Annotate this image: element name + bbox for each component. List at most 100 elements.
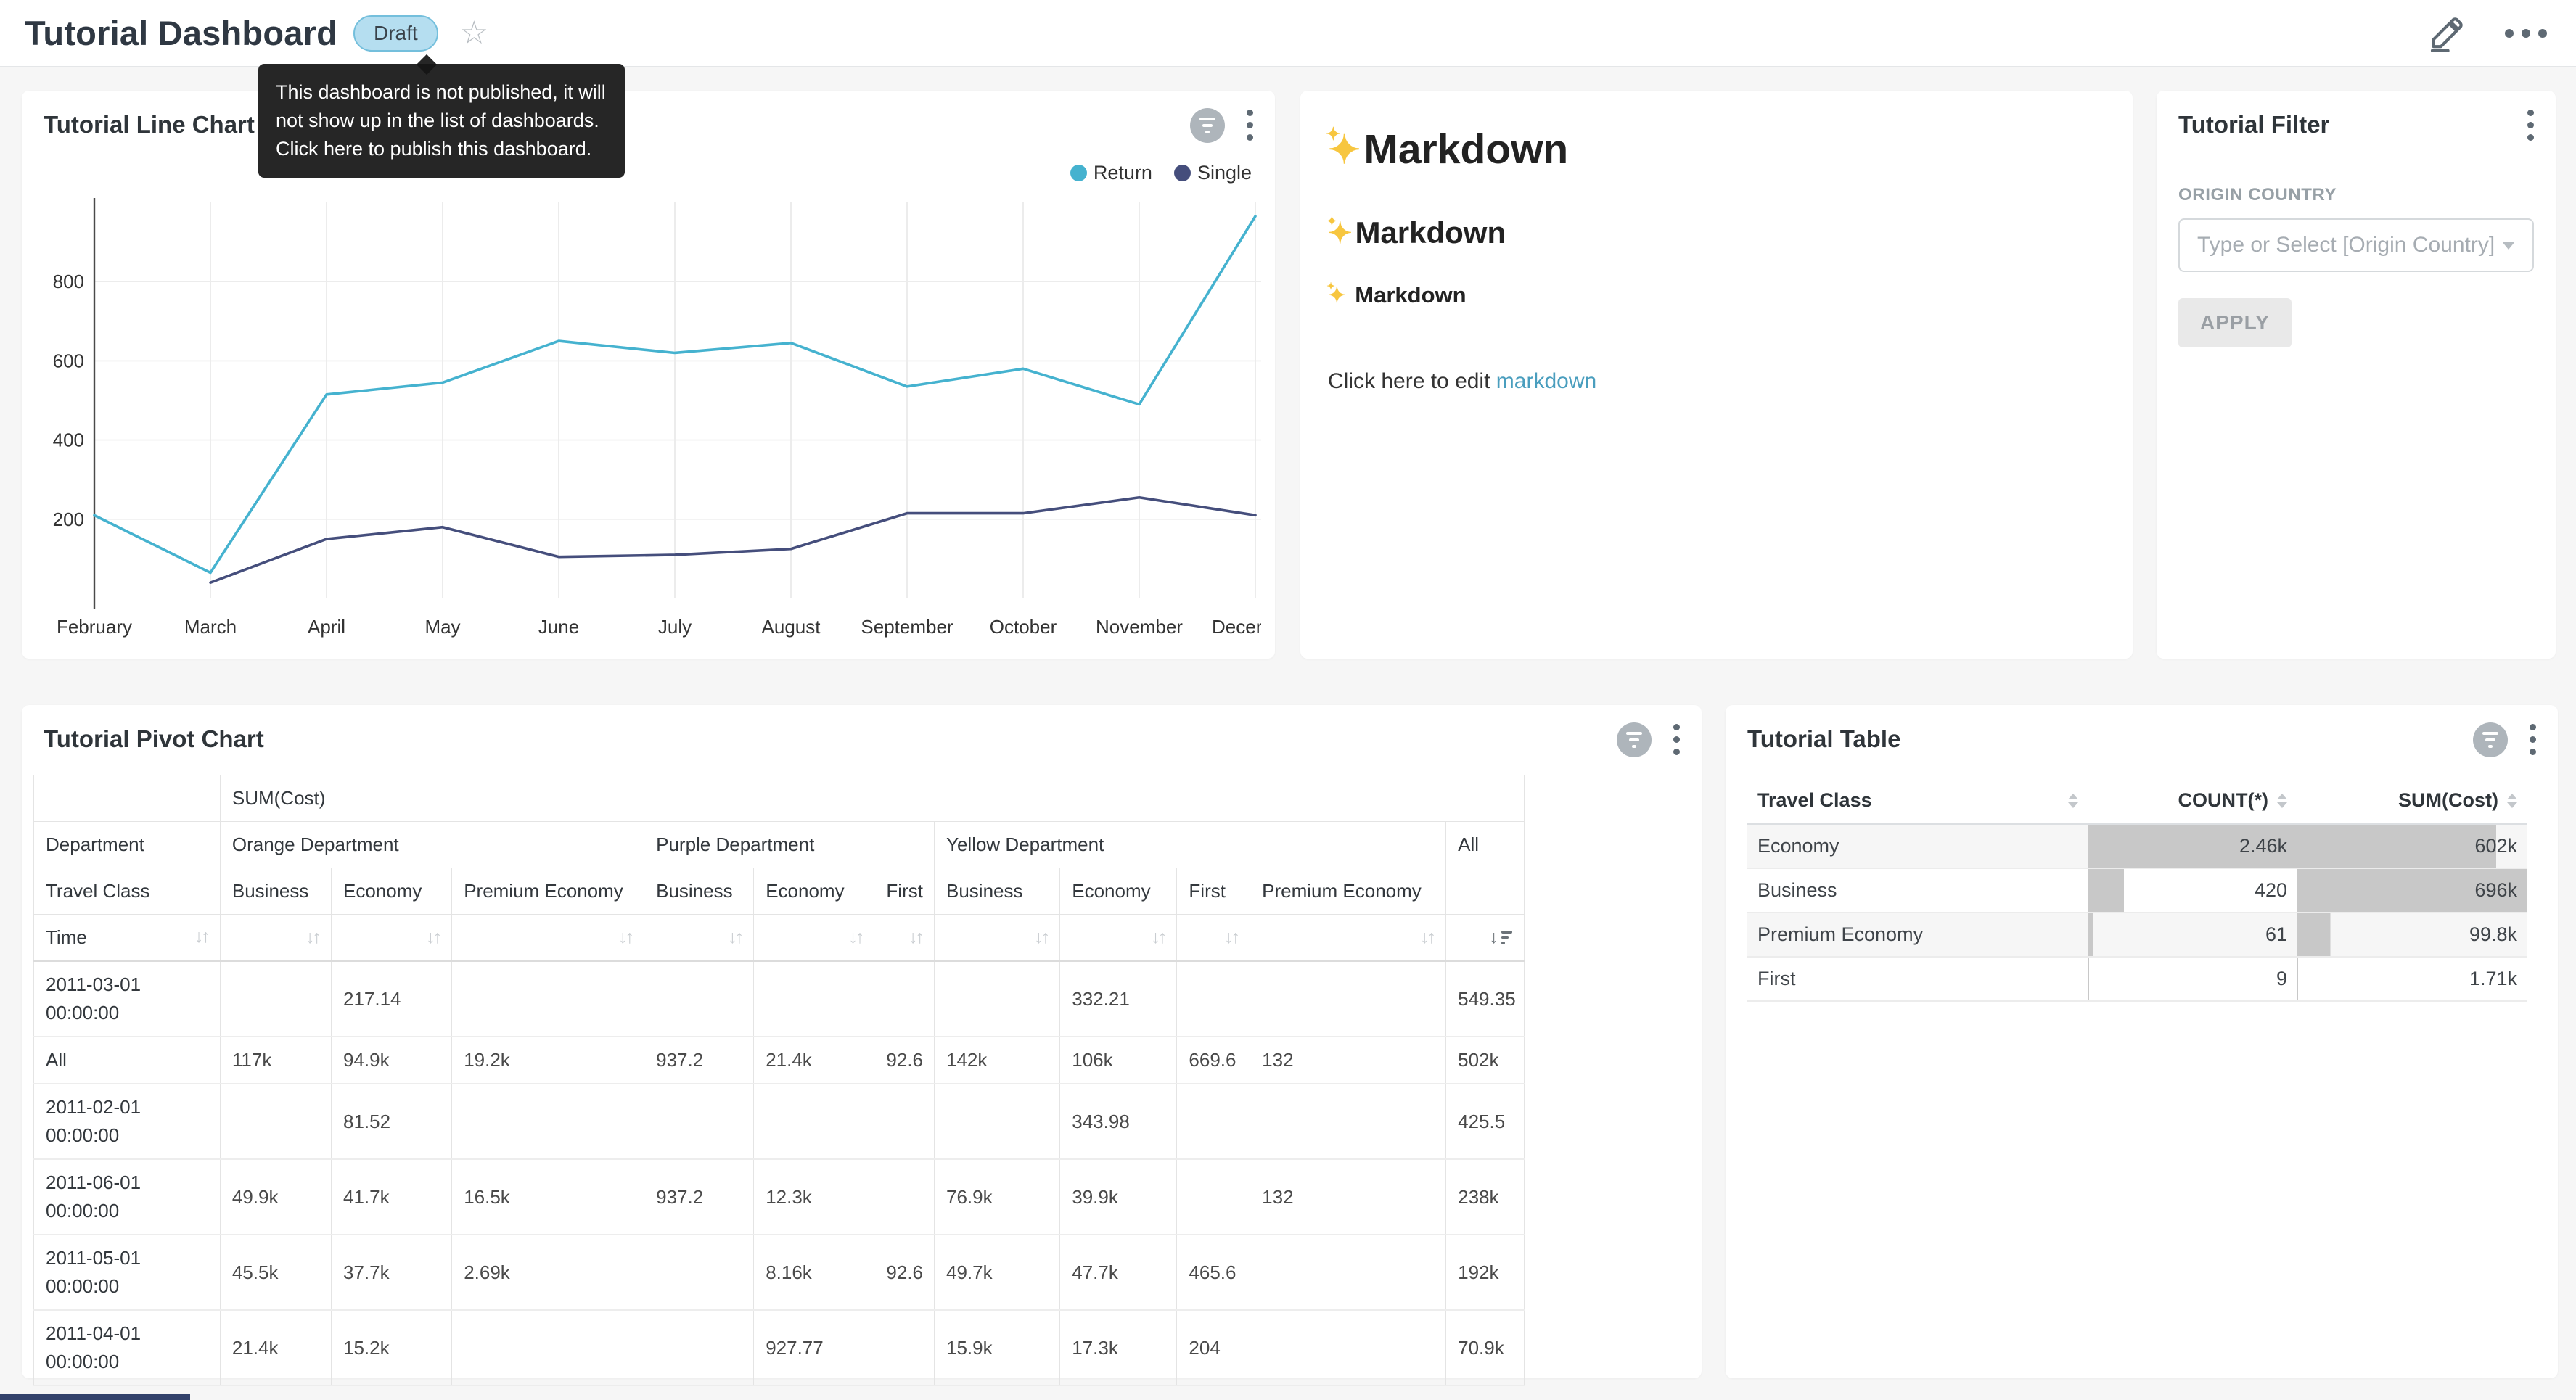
line-chart[interactable]: 200400600800FebruaryMarchAprilMayJuneJul… — [35, 192, 1261, 656]
pivot-cell: 502k — [1446, 1037, 1525, 1084]
pivot-chart-title: Tutorial Pivot Chart — [44, 725, 1680, 753]
pivot-cell: 2.69k — [452, 1235, 644, 1310]
pivot-cell: 332.21 — [1060, 961, 1177, 1037]
pivot-metric-header: SUM(Cost) — [220, 775, 1524, 822]
kebab-menu-icon[interactable] — [1244, 107, 1256, 144]
cell-count: 420 — [2088, 868, 2297, 913]
column-header-count[interactable]: COUNT(*) — [2099, 789, 2287, 812]
draft-badge[interactable]: Draft — [353, 15, 438, 52]
sort-icon[interactable]: ↓↑ — [1151, 924, 1165, 952]
sort-icon[interactable]: ↓↑ — [908, 924, 922, 952]
svg-text:June: June — [538, 616, 579, 638]
pivot-cell: 49.7k — [935, 1235, 1060, 1310]
table-row[interactable]: Premium Economy6199.8k — [1747, 913, 2527, 957]
pivot-cell: 937.2 — [644, 1037, 754, 1084]
table-row[interactable]: First91.71k — [1747, 957, 2527, 1001]
sort-icon[interactable]: ↓↑ — [305, 924, 319, 952]
pivot-sort-cell: ↓↑ — [220, 915, 331, 962]
svg-text:March: March — [184, 616, 237, 638]
cell-travel-class: Business — [1747, 868, 2088, 913]
cell-travel-class: Economy — [1747, 824, 2088, 868]
pivot-cell: 21.4k — [754, 1037, 874, 1084]
sort-icon[interactable]: ↓↑ — [728, 924, 742, 952]
column-header-sum-cost[interactable]: SUM(Cost) — [2308, 789, 2517, 812]
sort-icon[interactable]: ↓↑ — [1224, 924, 1238, 952]
kebab-menu-icon[interactable] — [1670, 721, 1683, 758]
table-row[interactable]: Business420696k — [1747, 868, 2527, 913]
pivot-col-header — [1446, 868, 1525, 915]
pivot-group-header: Orange Department — [220, 822, 644, 868]
origin-country-select[interactable]: Type or Select [Origin Country] — [2178, 218, 2534, 272]
legend-item-return[interactable]: Return — [1070, 162, 1152, 184]
apply-button[interactable]: APPLY — [2178, 298, 2292, 347]
sort-icon[interactable]: ↓↑ — [194, 923, 208, 951]
pivot-cell — [1250, 1235, 1446, 1310]
markdown-paragraph: Click here to edit markdown — [1328, 369, 2105, 394]
pivot-group-header: Purple Department — [644, 822, 935, 868]
pivot-row: 2011-06-01 00:00:0049.9k41.7k16.5k937.21… — [34, 1159, 1525, 1235]
pivot-cell — [754, 1084, 874, 1159]
origin-country-label: ORIGIN COUNTRY — [2178, 185, 2534, 205]
sort-icon[interactable]: ↓↑ — [426, 924, 440, 952]
sparkles-icon: ✦ — [1328, 284, 1346, 308]
pivot-time-label: Time↓↑ — [34, 915, 221, 962]
edit-pencil-icon[interactable] — [2428, 15, 2466, 52]
sort-icon — [2277, 794, 2287, 808]
pivot-col-header: Economy — [1060, 868, 1177, 915]
pivot-sort-cell: ↓↑ — [935, 915, 1060, 962]
table-row[interactable]: Economy2.46k602k — [1747, 824, 2527, 868]
pivot-cell: 92.6 — [874, 1037, 935, 1084]
sort-icon[interactable]: ↓↑ — [848, 924, 862, 952]
dashboard-header: Tutorial Dashboard Draft ☆ — [0, 0, 2576, 67]
cross-filter-icon[interactable] — [1617, 722, 1652, 757]
pivot-sort-cell: ↓↑ — [452, 915, 644, 962]
pivot-col-header: First — [874, 868, 935, 915]
pivot-sort-cell: ↓↑ — [754, 915, 874, 962]
legend-item-single[interactable]: Single — [1174, 162, 1252, 184]
pivot-cell — [874, 961, 935, 1037]
svg-text:July: July — [658, 616, 692, 638]
page-title: Tutorial Dashboard — [25, 13, 337, 53]
cell-travel-class: First — [1747, 957, 2088, 1001]
horizontal-scrollbar[interactable] — [0, 1394, 190, 1400]
pivot-row-label: 2011-04-01 00:00:00 — [34, 1310, 221, 1385]
pivot-cell: 49.9k — [220, 1159, 331, 1235]
pivot-class-label: Travel Class — [34, 868, 221, 915]
pivot-cell — [452, 1084, 644, 1159]
sparkles-icon: ✦ — [1328, 128, 1361, 172]
sort-desc-icon[interactable]: ↓ — [1490, 924, 1513, 952]
legend-dot — [1174, 165, 1191, 181]
pivot-cell — [1177, 1159, 1250, 1235]
pivot-sort-cell: ↓↑ — [1060, 915, 1177, 962]
cell-travel-class: Premium Economy — [1747, 913, 2088, 957]
pivot-col-header: Business — [644, 868, 754, 915]
pivot-cell: 465.6 — [1177, 1235, 1250, 1310]
kebab-menu-icon[interactable] — [2527, 721, 2539, 758]
cross-filter-icon[interactable] — [1190, 108, 1225, 143]
pivot-cell: 94.9k — [331, 1037, 451, 1084]
column-header-travel-class[interactable]: Travel Class — [1757, 789, 2078, 812]
pivot-cell — [644, 1310, 754, 1385]
svg-text:400: 400 — [53, 429, 84, 451]
pivot-cell — [1250, 1310, 1446, 1385]
pivot-row: All117k94.9k19.2k937.221.4k92.6142k106k6… — [34, 1037, 1525, 1084]
chevron-down-icon — [2502, 242, 2515, 250]
pivot-dept-label: Department — [34, 822, 221, 868]
more-actions-icon[interactable] — [2501, 25, 2551, 42]
markdown-panel: ✦Markdown ✦Markdown ✦ Markdown Click her… — [1300, 91, 2133, 659]
sort-icon[interactable]: ↓↑ — [1420, 924, 1434, 952]
sort-icon[interactable]: ↓↑ — [1034, 924, 1048, 952]
edit-markdown-link[interactable]: markdown — [1496, 369, 1596, 393]
svg-text:April: April — [308, 616, 345, 638]
pivot-cell: 17.3k — [1060, 1310, 1177, 1385]
kebab-menu-icon[interactable] — [2524, 107, 2537, 144]
pivot-cell: 132 — [1250, 1159, 1446, 1235]
sort-icon[interactable]: ↓↑ — [618, 924, 632, 952]
pivot-cell — [1177, 961, 1250, 1037]
pivot-col-header: Premium Economy — [1250, 868, 1446, 915]
favorite-star-icon[interactable]: ☆ — [460, 17, 488, 49]
svg-text:September: September — [861, 616, 953, 638]
svg-text:800: 800 — [53, 271, 84, 292]
cell-count: 2.46k — [2088, 824, 2297, 868]
cross-filter-icon[interactable] — [2473, 722, 2508, 757]
